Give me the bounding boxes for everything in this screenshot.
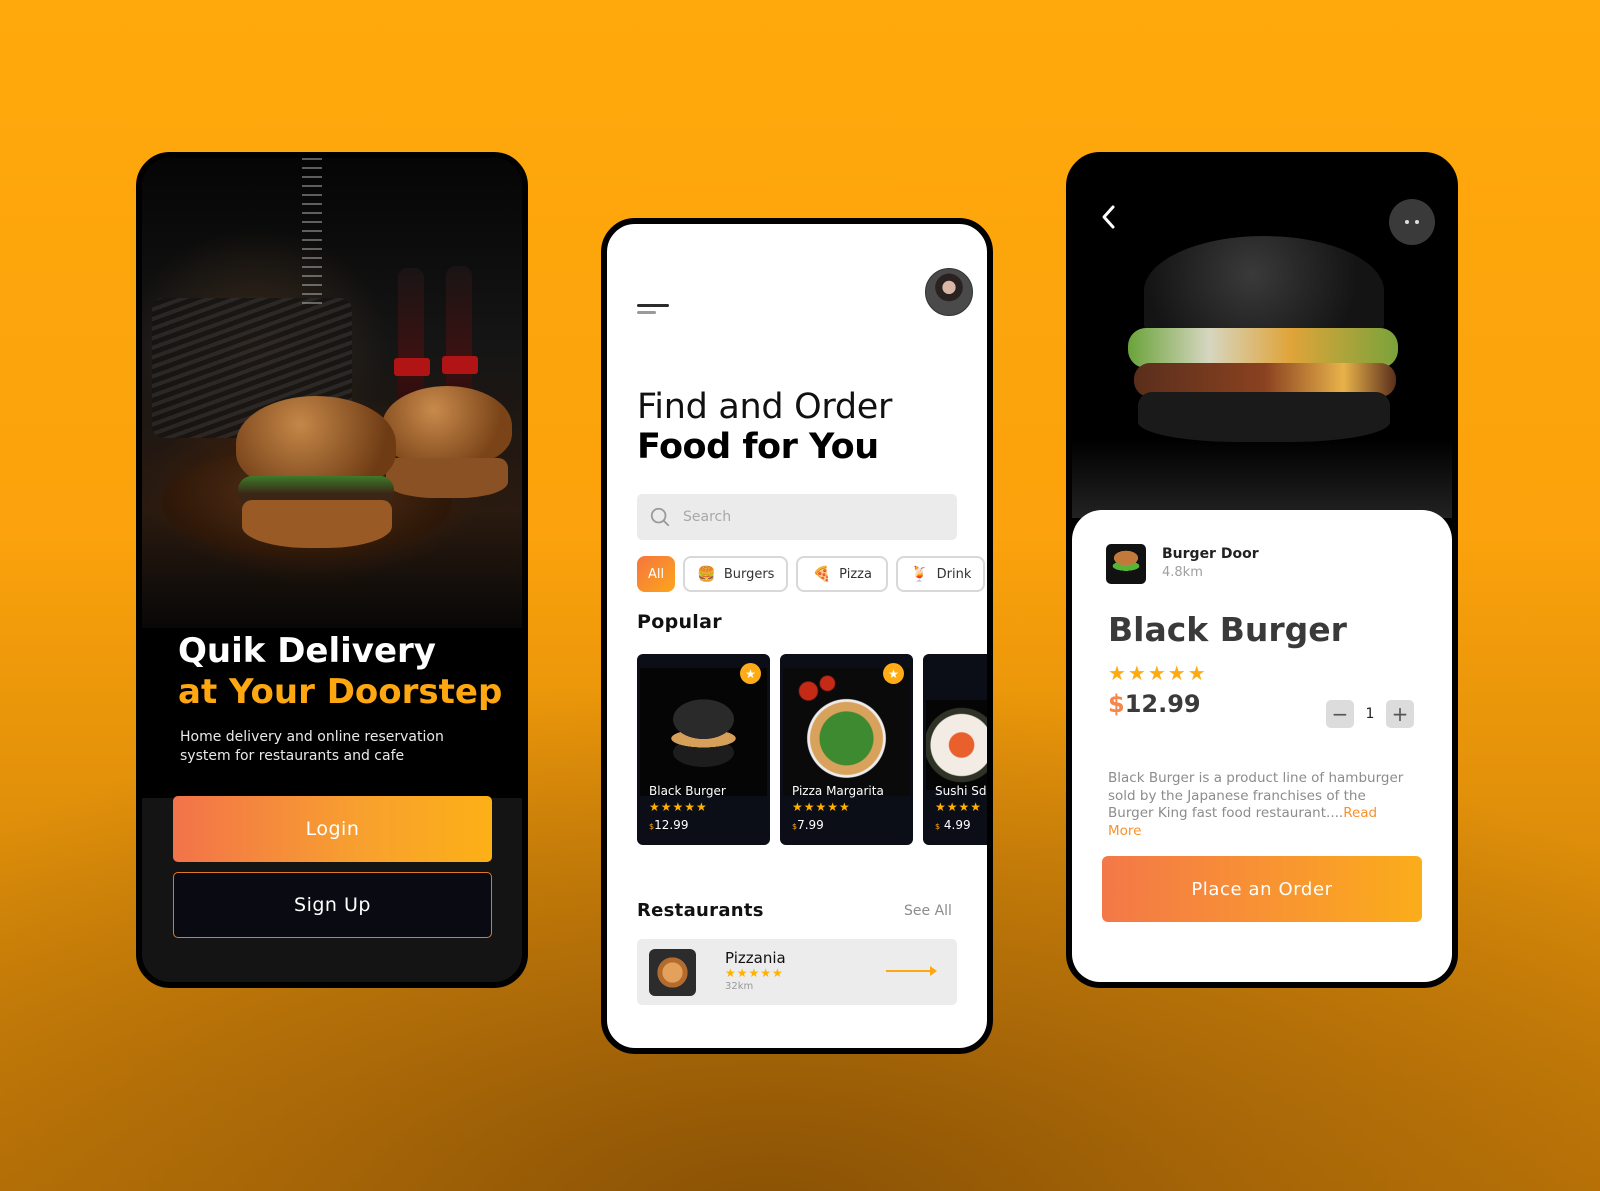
search-bar[interactable]	[637, 494, 957, 540]
popular-card[interactable]: ★ Pizza Margarita ★★★★★ $7.99	[780, 654, 913, 845]
welcome-title-line2: at Your Doorstep	[178, 672, 503, 712]
burger-back-bottom	[386, 458, 508, 498]
product-name: Black Burger	[1108, 610, 1347, 649]
sushi-image	[926, 700, 987, 790]
shop-distance: 4.8km	[1162, 565, 1203, 580]
product-price: $12.99	[1108, 690, 1201, 718]
pizza-icon: 🍕	[812, 565, 832, 583]
chip-label: Drink	[936, 566, 972, 582]
category-chip-burgers[interactable]: 🍔 Burgers	[683, 556, 789, 592]
quantity-stepper: − 1 +	[1326, 700, 1414, 728]
increase-quantity-button[interactable]: +	[1386, 700, 1414, 728]
detail-screen-phone: Burger Door 4.8km Black Burger ★★★★★ $12…	[1066, 152, 1458, 988]
popular-item-name: Sushi Sd	[935, 784, 987, 798]
arrow-right-icon[interactable]	[885, 963, 939, 979]
pizza-margarita-image	[783, 668, 910, 796]
welcome-description: Home delivery and online reservation sys…	[180, 729, 444, 764]
user-avatar[interactable]	[925, 268, 973, 316]
popular-item-price: $ 4.99	[935, 818, 971, 832]
bottle-label	[394, 358, 430, 376]
home-heading-line1: Find and Order	[637, 387, 893, 427]
hamburger-menu-icon[interactable]	[637, 304, 669, 318]
rating-stars: ★★★★★	[725, 966, 784, 980]
favorite-star-icon[interactable]: ★	[740, 663, 761, 684]
decrease-quantity-button[interactable]: −	[1326, 700, 1354, 728]
category-chip-all[interactable]: All	[637, 556, 676, 592]
shop-thumbnail	[1106, 544, 1146, 584]
burger-front-bottom	[242, 500, 392, 548]
category-chip-pizza[interactable]: 🍕 Pizza	[796, 556, 888, 592]
back-chevron-icon[interactable]	[1100, 203, 1118, 231]
burger-toppings	[1128, 328, 1398, 368]
category-chips: All 🍔 Burgers 🍕 Pizza 🍹 Drink	[637, 556, 986, 592]
restaurants-title: Restaurants	[637, 900, 764, 921]
popular-item-price: $12.99	[649, 818, 689, 832]
search-input[interactable]	[683, 509, 943, 525]
chip-label: Pizza	[839, 566, 872, 582]
search-icon	[650, 507, 670, 527]
salt-sprinkle	[302, 158, 322, 308]
chip-label: Burgers	[723, 566, 775, 582]
burger-hero-image	[142, 158, 522, 628]
popular-card[interactable]: Sushi Sd ★★★★ $ 4.99	[923, 654, 987, 845]
restaurant-list-item[interactable]: Pizzania ★★★★★ 32km	[637, 939, 957, 1005]
popular-card[interactable]: ★ Black Burger ★★★★★ $12.99	[637, 654, 770, 845]
product-detail-sheet: Burger Door 4.8km Black Burger ★★★★★ $12…	[1072, 510, 1452, 982]
see-all-link[interactable]: See All	[904, 903, 952, 919]
place-order-button[interactable]: Place an Order	[1102, 856, 1422, 922]
signup-button[interactable]: Sign Up	[173, 872, 492, 938]
product-description: Black Burger is a product line of hambur…	[1108, 770, 1404, 839]
quantity-value: 1	[1365, 706, 1375, 722]
login-button[interactable]: Login	[173, 796, 492, 862]
black-burger-image	[640, 668, 767, 796]
restaurant-name: Pizzania	[725, 949, 786, 967]
home-screen-phone: Find and Order Food for You All 🍔 Burgers…	[601, 218, 993, 1054]
category-chip-drink[interactable]: 🍹 Drink	[895, 556, 986, 592]
popular-item-name: Black Burger	[649, 784, 726, 798]
popular-item-name: Pizza Margarita	[792, 784, 884, 798]
favorite-star-icon[interactable]: ★	[883, 663, 904, 684]
burger-bottom-bun	[1138, 392, 1390, 442]
burger-back	[382, 386, 512, 466]
rating-stars: ★★★★	[935, 800, 983, 814]
welcome-title-line1: Quik Delivery	[178, 631, 436, 671]
shop-name[interactable]: Burger Door	[1162, 546, 1259, 562]
rating-stars: ★★★★★	[1108, 661, 1208, 685]
drink-icon: 🍹	[909, 565, 929, 583]
chip-label: All	[648, 566, 665, 582]
rating-stars: ★★★★★	[792, 800, 851, 814]
rating-stars: ★★★★★	[649, 800, 708, 814]
popular-list: ★ Black Burger ★★★★★ $12.99 ★ Pizza Marg…	[637, 654, 987, 845]
restaurant-thumbnail	[649, 949, 696, 996]
welcome-screen-phone: Quik Delivery at Your Doorstep Home deli…	[136, 152, 528, 988]
popular-item-price: $7.99	[792, 818, 824, 832]
restaurant-distance: 32km	[725, 981, 754, 992]
home-heading-line2: Food for You	[637, 427, 879, 467]
burger-icon: 🍔	[697, 565, 716, 583]
bottle-label	[442, 356, 478, 374]
more-options-icon[interactable]	[1389, 199, 1435, 245]
popular-title: Popular	[637, 611, 722, 633]
